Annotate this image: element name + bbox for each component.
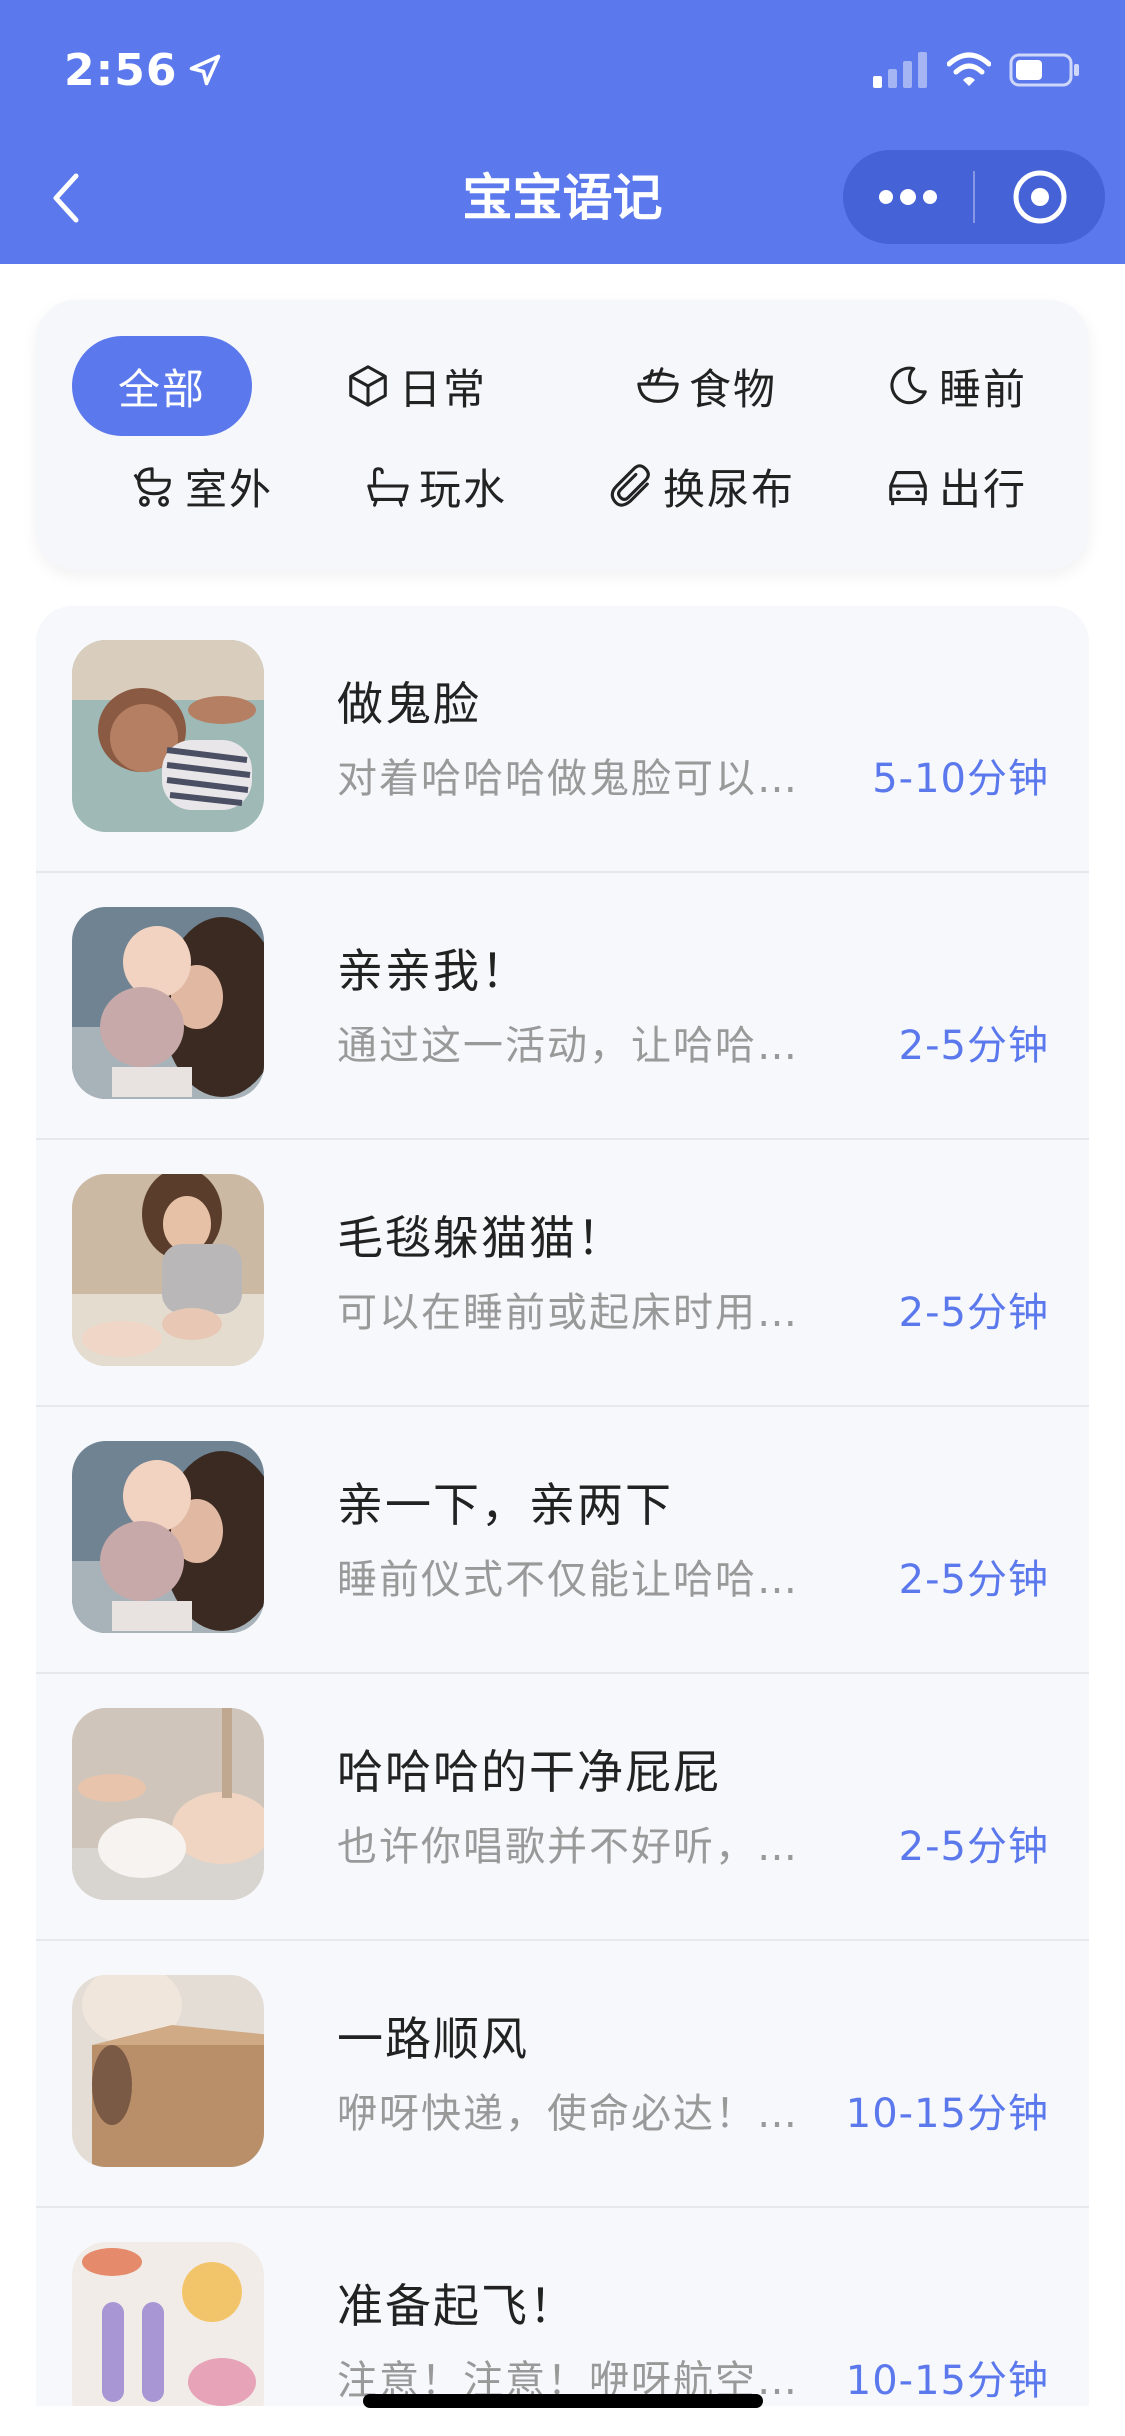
activity-title: 亲亲我！ bbox=[337, 944, 529, 998]
more-button[interactable] bbox=[843, 150, 973, 244]
activity-duration: 5-10分钟 bbox=[872, 756, 1049, 802]
bathtub-icon bbox=[367, 467, 409, 507]
filter-chip-travel[interactable]: 出行 bbox=[856, 436, 1056, 536]
status-time: 2:56 bbox=[64, 40, 223, 100]
activity-title: 一路顺风 bbox=[337, 2012, 529, 2066]
cube-icon bbox=[349, 365, 387, 407]
filter-chip-all[interactable]: 全部 bbox=[72, 336, 252, 436]
location-arrow-icon bbox=[190, 54, 221, 86]
category-filter: 全部 日常 食物 睡前 室外 玩水 换尿布 出行 bbox=[36, 300, 1089, 570]
activity-thumbnail bbox=[72, 1174, 264, 1366]
filter-chip-food[interactable]: 食物 bbox=[596, 336, 816, 436]
activity-description: 对着哈哈哈做鬼脸可以… bbox=[337, 756, 799, 802]
list-item[interactable]: 做鬼脸 对着哈哈哈做鬼脸可以… 5-10分钟 bbox=[36, 606, 1089, 873]
bowl-icon bbox=[637, 367, 679, 403]
activity-thumbnail bbox=[72, 640, 264, 832]
activity-title: 亲一下，亲两下 bbox=[337, 1478, 673, 1532]
filter-chip-diaper[interactable]: 换尿布 bbox=[572, 436, 832, 536]
moon-icon bbox=[890, 366, 927, 405]
activity-duration: 2-5分钟 bbox=[898, 1557, 1049, 1603]
list-item[interactable]: 准备起飞！ 注意！注意！咿呀航空… 10-15分钟 bbox=[36, 2208, 1089, 2406]
header: 2:56 宝宝语记 bbox=[0, 0, 1125, 264]
activity-thumbnail bbox=[72, 1708, 264, 1900]
activity-description: 也许你唱歌并不好听，… bbox=[337, 1824, 799, 1870]
filter-chip-label: 食物 bbox=[688, 364, 777, 414]
activity-duration: 2-5分钟 bbox=[898, 1023, 1049, 1069]
filter-chip-label: 玩水 bbox=[418, 464, 507, 514]
filter-chip-label: 室外 bbox=[184, 464, 273, 514]
car-icon bbox=[889, 471, 927, 506]
cellular-signal-icon bbox=[873, 52, 927, 88]
wifi-icon bbox=[947, 52, 991, 86]
miniprogram-capsule bbox=[843, 150, 1105, 244]
filter-chip-water-play[interactable]: 玩水 bbox=[336, 436, 536, 536]
status-indicators bbox=[873, 48, 1081, 92]
activity-duration: 10-15分钟 bbox=[845, 2091, 1049, 2137]
list-item[interactable]: 毛毯躲猫猫！ 可以在睡前或起床时用… 2-5分钟 bbox=[36, 1140, 1089, 1407]
activity-description: 可以在睡前或起床时用… bbox=[337, 1290, 799, 1336]
status-time-text: 2:56 bbox=[64, 44, 178, 96]
activity-thumbnail bbox=[72, 1975, 264, 2167]
activity-title: 做鬼脸 bbox=[337, 677, 481, 731]
filter-chip-label: 全部 bbox=[117, 364, 206, 414]
filter-chip-outdoor[interactable]: 室外 bbox=[102, 436, 302, 536]
activity-title: 哈哈哈的干净屁屁 bbox=[337, 1745, 721, 1799]
close-button[interactable] bbox=[975, 150, 1105, 244]
activity-description: 睡前仪式不仅能让哈哈… bbox=[337, 1557, 799, 1603]
list-item[interactable]: 哈哈哈的干净屁屁 也许你唱歌并不好听，… 2-5分钟 bbox=[36, 1674, 1089, 1941]
more-dots-icon bbox=[879, 189, 937, 205]
activity-duration: 2-5分钟 bbox=[898, 1824, 1049, 1870]
battery-icon bbox=[1009, 53, 1079, 87]
activity-duration: 10-15分钟 bbox=[845, 2358, 1049, 2404]
activity-thumbnail bbox=[72, 907, 264, 1099]
list-item[interactable]: 亲亲我！ 通过这一活动，让哈哈… 2-5分钟 bbox=[36, 873, 1089, 1140]
stroller-icon bbox=[133, 467, 171, 507]
activity-description: 咿呀快递，使命必达！… bbox=[337, 2091, 799, 2137]
activity-list: 做鬼脸 对着哈哈哈做鬼脸可以… 5-10分钟 亲亲我！ 通过这一活动，让哈哈… … bbox=[36, 606, 1089, 2406]
filter-chip-label: 睡前 bbox=[938, 364, 1027, 414]
activity-thumbnail bbox=[72, 2242, 264, 2406]
activity-title: 毛毯躲猫猫！ bbox=[337, 1211, 625, 1265]
target-circle-icon bbox=[1013, 170, 1067, 224]
paperclip-icon bbox=[610, 464, 650, 507]
filter-chip-daily[interactable]: 日常 bbox=[316, 336, 516, 436]
activity-title: 准备起飞！ bbox=[337, 2279, 577, 2333]
list-item[interactable]: 亲一下，亲两下 睡前仪式不仅能让哈哈… 2-5分钟 bbox=[36, 1407, 1089, 1674]
home-indicator[interactable] bbox=[363, 2394, 763, 2408]
activity-description: 通过这一活动，让哈哈… bbox=[337, 1023, 799, 1069]
list-item[interactable]: 一路顺风 咿呀快递，使命必达！… 10-15分钟 bbox=[36, 1941, 1089, 2208]
filter-chip-label: 换尿布 bbox=[662, 464, 795, 514]
filter-chip-label: 日常 bbox=[398, 364, 487, 414]
filter-chip-bedtime[interactable]: 睡前 bbox=[856, 336, 1056, 436]
filter-chip-label: 出行 bbox=[938, 464, 1027, 514]
activity-thumbnail bbox=[72, 1441, 264, 1633]
activity-duration: 2-5分钟 bbox=[898, 1290, 1049, 1336]
